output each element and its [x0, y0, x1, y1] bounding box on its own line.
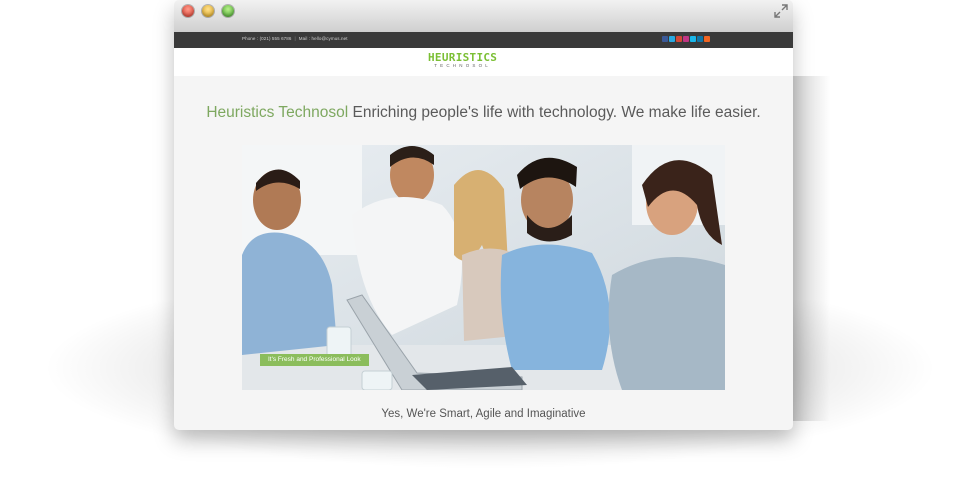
- site-topbar: Phone : (021) 555 6786 | Mail : hello@cymu…: [174, 32, 793, 48]
- instagram-icon[interactable]: [683, 36, 689, 42]
- rss-icon[interactable]: [704, 36, 710, 42]
- site-logo[interactable]: HEURISTICS TECHNOSOL: [428, 52, 497, 69]
- facebook-icon[interactable]: [662, 36, 668, 42]
- zoom-button[interactable]: [222, 5, 234, 17]
- googleplus-icon[interactable]: [676, 36, 682, 42]
- hero-tagline: Yes, We're Smart, Agile and Imaginative: [381, 408, 586, 420]
- browser-window: Phone : (021) 555 6786 | Mail : hello@cymu…: [174, 0, 793, 430]
- hero-caption: It's Fresh and Professional Look: [260, 354, 369, 366]
- social-icons: [662, 36, 710, 42]
- expand-arrows-icon[interactable]: [773, 3, 789, 19]
- linkedin-icon[interactable]: [697, 36, 703, 42]
- logo-wordmark: HEURISTICS: [428, 51, 498, 64]
- phone-text: Phone : (021) 555 6786: [242, 36, 292, 41]
- headline-brand: Heuristics Technosol: [206, 104, 349, 121]
- window-side-shadow: [792, 76, 830, 421]
- close-button[interactable]: [182, 5, 194, 17]
- logo-subtitle: TECHNOSOL: [434, 63, 492, 68]
- headline-text: Enriching people's life with technology.…: [348, 104, 761, 121]
- minimize-button[interactable]: [202, 5, 214, 17]
- hero-image: It's Fresh and Professional Look: [242, 145, 725, 390]
- mail-link[interactable]: Mail : hello@cymus.net: [299, 36, 348, 41]
- twitter-icon[interactable]: [669, 36, 675, 42]
- hero-headline: Heuristics Technosol Enriching people's …: [174, 104, 793, 122]
- title-bar: [174, 0, 793, 33]
- site-header: HEURISTICS TECHNOSOL: [174, 48, 793, 76]
- vimeo-icon[interactable]: [690, 36, 696, 42]
- contact-info: Phone : (021) 555 6786 | Mail : hello@cymu…: [242, 36, 348, 41]
- contact-separator: |: [294, 36, 296, 41]
